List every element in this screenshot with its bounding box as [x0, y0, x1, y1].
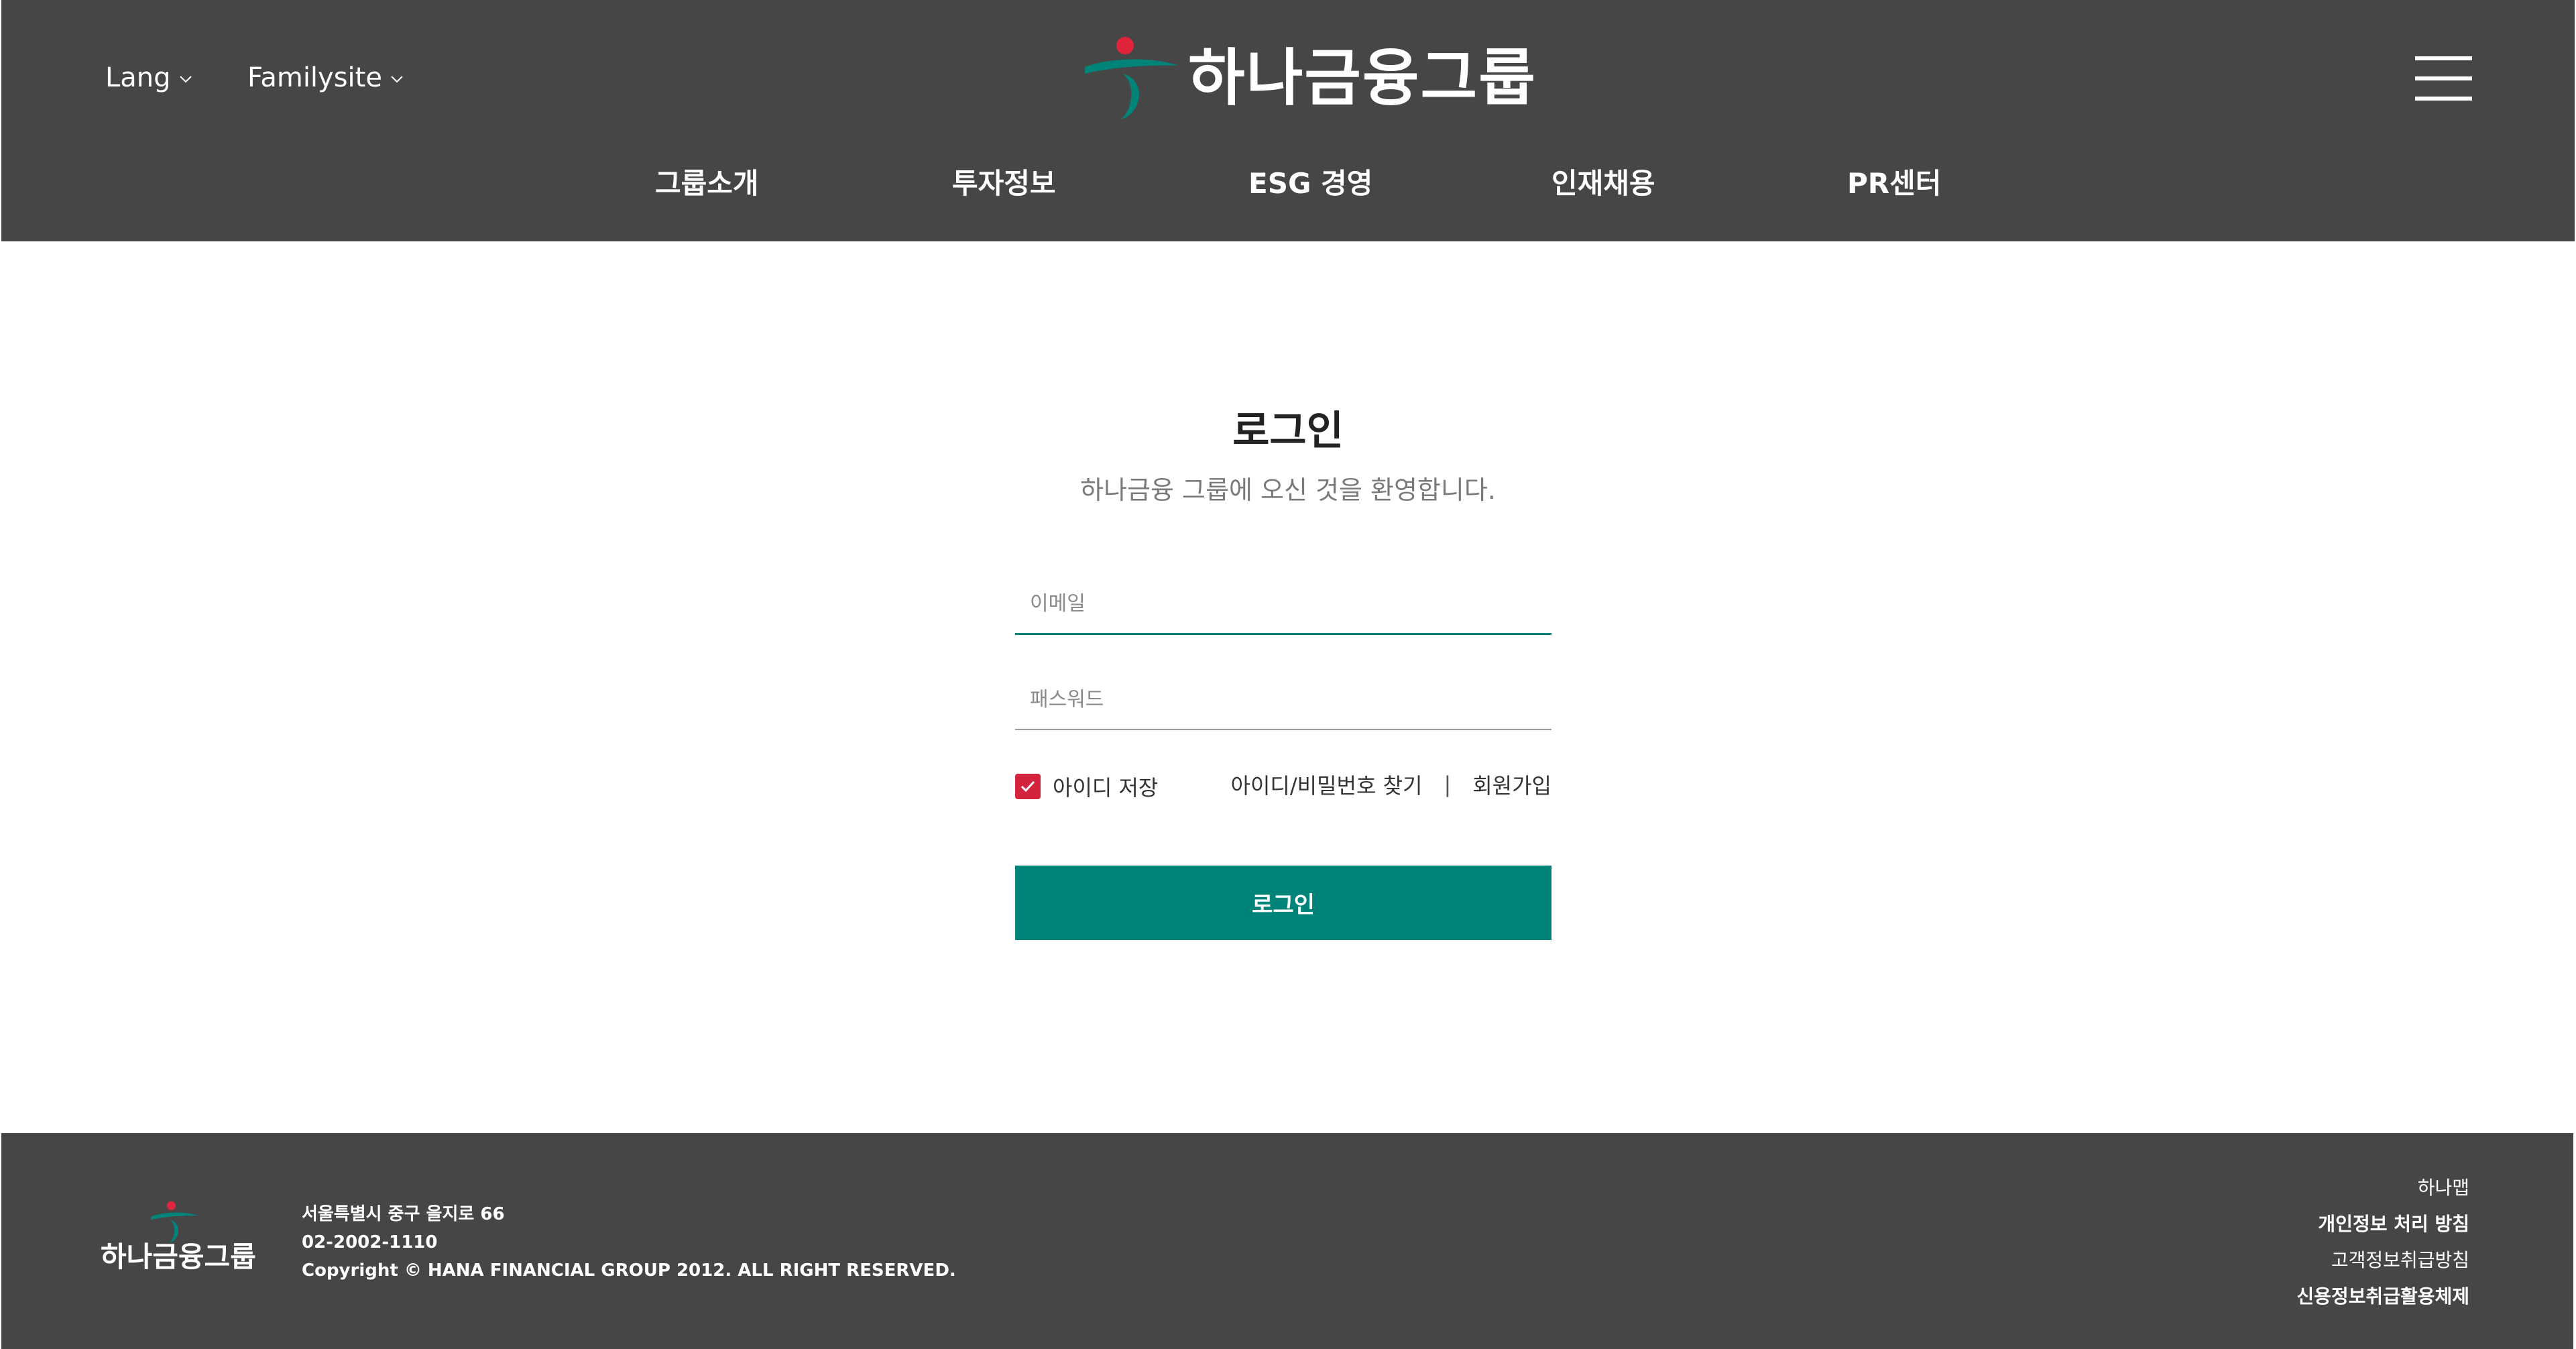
account-links: 아이디/비밀번호 찾기 | 회원가입	[1231, 769, 1552, 800]
nav-item-recruit[interactable]: 인재채용	[1552, 161, 1655, 202]
site-footer: 하나금융그룹 서울특별시 중구 을지로 66 02-2002-1110 Copy…	[1, 1133, 2573, 1349]
footer-address: 서울특별시 중구 을지로 66	[302, 1204, 505, 1224]
link-separator: |	[1444, 772, 1452, 797]
find-id-password-link[interactable]: 아이디/비밀번호 찾기	[1231, 769, 1423, 800]
page-title: 로그인	[1232, 408, 1344, 455]
footer-logo[interactable]: 하나금융그룹	[101, 1200, 256, 1274]
nav-item-group-intro[interactable]: 그룹소개	[655, 161, 759, 202]
familysite-label: Familysite	[247, 62, 382, 93]
checkbox-checked-icon	[1015, 774, 1041, 799]
hana-logo-mark-icon	[151, 1201, 198, 1243]
signup-link[interactable]: 회원가입	[1472, 769, 1552, 800]
page-subtitle: 하나금융 그룹에 오신 것을 환영합니다.	[1080, 475, 1496, 505]
footer-link-privacy-policy[interactable]: 개인정보 처리 방침	[2296, 1206, 2469, 1242]
footer-links: 하나맵 개인정보 처리 방침 고객정보취급방침 신용정보취급활용체제	[2296, 1170, 2469, 1315]
footer-link-hana-map[interactable]: 하나맵	[2296, 1170, 2469, 1206]
site-header: Lang Familysite 하나금융그룹 그룹소개 투자정보 ESG 경영 …	[1, 0, 2575, 241]
familysite-dropdown[interactable]: Familysite	[247, 62, 405, 93]
nav-item-pr-center[interactable]: PR센터	[1847, 161, 1941, 202]
footer-copyright: Copyright © HANA FINANCIAL GROUP 2012. A…	[302, 1260, 956, 1281]
login-button[interactable]: 로그인	[1015, 866, 1552, 940]
chevron-down-icon	[179, 76, 192, 83]
nav-item-esg[interactable]: ESG 경영	[1248, 161, 1372, 202]
footer-info: 서울특별시 중구 을지로 66 02-2002-1110 Copyright ©…	[302, 1200, 956, 1285]
main-nav: 그룹소개 투자정보 ESG 경영 인재채용 PR센터	[1, 161, 2575, 201]
logo-text: 하나금융그룹	[1188, 42, 1537, 114]
lang-label: Lang	[105, 62, 171, 93]
email-field[interactable]	[1015, 575, 1552, 635]
remember-id-checkbox[interactable]: 아이디 저장	[1015, 771, 1158, 802]
remember-id-label: 아이디 저장	[1053, 775, 1159, 801]
footer-link-credit-info-system[interactable]: 신용정보취급활용체제	[2296, 1279, 2469, 1315]
chevron-down-icon	[391, 76, 403, 83]
lang-dropdown[interactable]: Lang	[105, 62, 194, 93]
login-page: Lang Familysite 하나금융그룹 그룹소개 투자정보 ESG 경영 …	[0, 0, 2576, 1349]
nav-item-investor-info[interactable]: 투자정보	[952, 161, 1056, 202]
footer-logo-text: 하나금융그룹	[101, 1240, 256, 1273]
password-field[interactable]	[1015, 670, 1552, 730]
footer-phone: 02-2002-1110	[302, 1232, 438, 1252]
hamburger-menu-icon[interactable]	[2415, 56, 2472, 101]
hana-logo[interactable]: 하나금융그룹	[1081, 35, 1537, 122]
hana-logo-mark-icon	[1085, 37, 1179, 119]
footer-link-customer-info-policy[interactable]: 고객정보취급방침	[2296, 1242, 2469, 1279]
